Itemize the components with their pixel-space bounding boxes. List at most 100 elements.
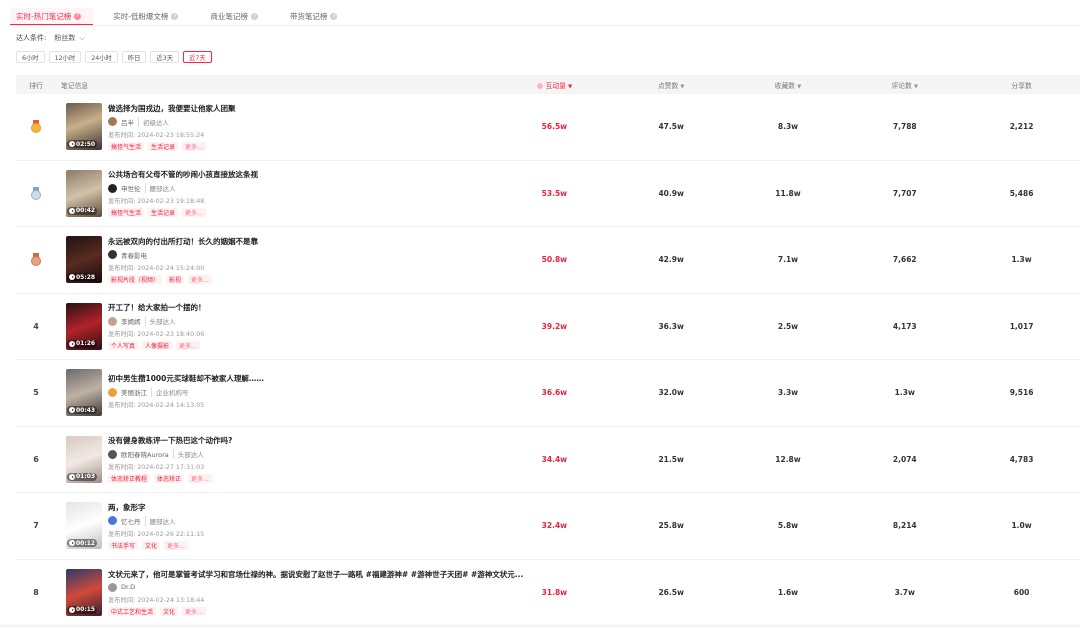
more-tags-button[interactable]: 更多... xyxy=(176,341,200,351)
note-thumbnail[interactable]: 02:50 xyxy=(66,103,102,151)
more-tags-button[interactable]: 更多... xyxy=(182,141,206,151)
note-tag[interactable]: 影视片段（视频） xyxy=(108,274,163,284)
note-cell: 00:43 初中男生攒1000元买球鞋却不被家人理解…… 美丽浙江 企业机构号 … xyxy=(56,369,496,417)
creator-condition-row: 达人条件: 粉丝数 ⌵ xyxy=(16,33,85,43)
time-filter-24h[interactable]: 24小时 xyxy=(85,51,118,63)
note-title[interactable]: 开工了！给大家拍一个摆的！ xyxy=(108,302,206,313)
author-name[interactable]: 忆七丹 xyxy=(121,516,141,526)
info-icon[interactable]: ? xyxy=(250,13,258,20)
info-icon[interactable]: ? xyxy=(74,12,82,20)
note-thumbnail[interactable]: 00:15 xyxy=(66,568,102,616)
note-thumbnail[interactable]: 01:26 xyxy=(66,302,102,350)
more-tags-button[interactable]: 更多... xyxy=(164,540,188,550)
author-line: 吕半 初级达人 xyxy=(108,116,236,127)
avatar[interactable] xyxy=(108,117,117,127)
avatar[interactable] xyxy=(108,316,117,326)
note-tag[interactable]: 生活记录 xyxy=(148,208,179,218)
avatar[interactable] xyxy=(108,183,117,193)
note-thumbnail[interactable]: 00:43 xyxy=(66,369,102,417)
time-filter-3d[interactable]: 近3天 xyxy=(150,51,180,63)
comments-count: 4,173 xyxy=(892,321,917,331)
col-collects[interactable]: 收藏数 ▼ xyxy=(730,80,847,90)
author-name[interactable]: 吕半 xyxy=(121,117,134,127)
time-filter-yesterday[interactable]: 昨日 xyxy=(121,51,147,63)
note-thumbnail[interactable]: 00:42 xyxy=(66,169,102,217)
col-interaction[interactable]: 互动量 ▼ xyxy=(496,80,613,90)
table-row[interactable]: 5 00:43 初中男生攒1000元买球鞋却不被家人理解…… 美丽浙江 企业机构… xyxy=(16,360,1080,427)
tab-hot-notes[interactable]: 实时-热门笔记榜 ? xyxy=(10,8,94,25)
table-row[interactable]: 02:50 做选择为国戎边，我便要让他家人团聚 吕半 初级达人 发布时间: 20… xyxy=(16,94,1080,161)
comments-count: 3.7w xyxy=(894,587,915,597)
note-tag[interactable]: 文化 xyxy=(142,540,161,550)
author-name[interactable]: 申世伦 xyxy=(121,183,141,193)
note-info: 永远被双向的付出所打动！长久的姻姻不是靠 青春影电 发布时间: 2024-02-… xyxy=(108,236,258,284)
time-filter-12h[interactable]: 12小时 xyxy=(48,51,82,63)
avatar[interactable] xyxy=(108,582,117,592)
col-likes[interactable]: 点赞数 ▼ xyxy=(613,80,730,90)
video-duration: 01:26 xyxy=(67,339,98,348)
video-duration: 05:28 xyxy=(67,273,98,282)
video-duration: 00:43 xyxy=(67,406,98,415)
note-title[interactable]: 永远被双向的付出所打动！长久的姻姻不是靠 xyxy=(108,236,258,247)
note-tag[interactable]: 中式工艺和生活 xyxy=(108,606,157,616)
author-name[interactable]: 美丽浙江 xyxy=(121,387,147,397)
author-name[interactable]: 欧阳春晓Aurora xyxy=(121,449,169,459)
time-filter-group: 6小时 12小时 24小时 昨日 近3天 近7天 xyxy=(16,51,212,63)
bottom-edge xyxy=(0,623,1080,627)
note-title[interactable]: 做选择为国戎边，我便要让他家人团聚 xyxy=(108,103,236,114)
avatar[interactable] xyxy=(108,387,117,397)
more-tags-button[interactable]: 更多... xyxy=(182,606,206,616)
note-tag[interactable]: 书法手写 xyxy=(108,540,139,550)
note-info: 做选择为国戎边，我便要让他家人团聚 吕半 初级达人 发布时间: 2024-02-… xyxy=(108,103,236,151)
note-cell: 02:50 做选择为国戎边，我便要让他家人团聚 吕半 初级达人 发布时间: 20… xyxy=(56,103,496,151)
tab-sales-notes[interactable]: 带货笔记榜 ? xyxy=(284,8,350,25)
note-tag[interactable]: 搞怪气生活 xyxy=(108,208,145,218)
table-row[interactable]: 7 00:12 两，象形字 忆七丹 腰部达人 发布时间: 2024-02-26 … xyxy=(16,493,1080,560)
avatar[interactable] xyxy=(108,250,117,260)
note-title[interactable]: 初中男生攒1000元买球鞋却不被家人理解…… xyxy=(108,373,264,384)
note-tag[interactable]: 体态矫正教程 xyxy=(108,474,151,484)
publish-time: 发布时间: 2024-02-24 15:24:00 xyxy=(108,264,205,272)
author-name[interactable]: Dr.D xyxy=(121,583,135,591)
note-tag[interactable]: 人像摄影 xyxy=(142,341,173,351)
publish-time: 发布时间: 2024-02-23 19:18:48 xyxy=(108,198,205,206)
time-filter-6h[interactable]: 6小时 xyxy=(16,51,45,63)
note-thumbnail[interactable]: 05:28 xyxy=(66,236,102,284)
tab-low-fan-viral[interactable]: 实时-低粉爆文榜 ? xyxy=(107,8,190,25)
note-tag[interactable]: 文化 xyxy=(160,606,179,616)
note-title[interactable]: 没有健身教练评一下热巴这个动作吗? xyxy=(108,435,232,446)
note-tag[interactable]: 生活记录 xyxy=(148,141,179,151)
col-comments[interactable]: 评论数 ▼ xyxy=(846,80,963,90)
table-row[interactable]: 00:42 公共场合有父母不管的吵闹小孩直接放这条视 申世伦 腰部达人 发布时间… xyxy=(16,161,1080,227)
note-tag[interactable]: 个人写真 xyxy=(108,341,139,351)
note-tag[interactable]: 搞怪气生活 xyxy=(108,141,145,151)
author-line: 申世伦 腰部达人 xyxy=(108,183,258,194)
condition-select[interactable]: 粉丝数 ⌵ xyxy=(54,33,84,43)
tab-commercial-notes[interactable]: 商业笔记榜 ? xyxy=(204,8,270,25)
info-icon[interactable]: ? xyxy=(330,13,338,20)
more-tags-button[interactable]: 更多... xyxy=(188,474,212,484)
time-filter-7d[interactable]: 近7天 xyxy=(183,51,212,63)
note-tag[interactable]: 体态矫正 xyxy=(154,474,185,484)
note-title[interactable]: 文状元来了，他可是掌管考试学习和官场仕禄的神。据说安慰了赵世子一路吼 #福建游神… xyxy=(108,569,523,580)
author-name[interactable]: 李嫣嫣 xyxy=(121,316,141,326)
likes-count: 40.9w xyxy=(658,188,684,198)
note-tag[interactable]: 影视 xyxy=(166,274,185,284)
note-thumbnail[interactable]: 01:03 xyxy=(66,435,102,483)
more-tags-button[interactable]: 更多... xyxy=(188,274,212,284)
more-tags-button[interactable]: 更多... xyxy=(182,208,206,218)
author-name[interactable]: 青春影电 xyxy=(121,250,147,260)
table-row[interactable]: 05:28 永远被双向的付出所打动！长久的姻姻不是靠 青春影电 发布时间: 20… xyxy=(16,227,1080,294)
note-thumbnail[interactable]: 00:12 xyxy=(66,502,102,550)
avatar[interactable] xyxy=(108,516,117,526)
note-title[interactable]: 两，象形字 xyxy=(108,502,204,513)
avatar[interactable] xyxy=(108,449,117,459)
table-row[interactable]: 6 01:03 没有健身教练评一下热巴这个动作吗? 欧阳春晓Aurora 头部达… xyxy=(16,427,1080,493)
note-title[interactable]: 公共场合有父母不管的吵闹小孩直接放这条视 xyxy=(108,169,258,180)
shares-count: 9,516 xyxy=(1009,388,1034,398)
table-row[interactable]: 4 01:26 开工了！给大家拍一个摆的！ 李嫣嫣 头部达人 发布时间: 202… xyxy=(16,294,1080,360)
interaction-count: 31.8w xyxy=(541,587,568,597)
table-row[interactable]: 8 00:15 文状元来了，他可是掌管考试学习和官场仕禄的神。据说安慰了赵世子一… xyxy=(16,560,1080,626)
info-icon[interactable]: ? xyxy=(171,13,179,20)
interaction-count: 50.8w xyxy=(541,255,568,265)
